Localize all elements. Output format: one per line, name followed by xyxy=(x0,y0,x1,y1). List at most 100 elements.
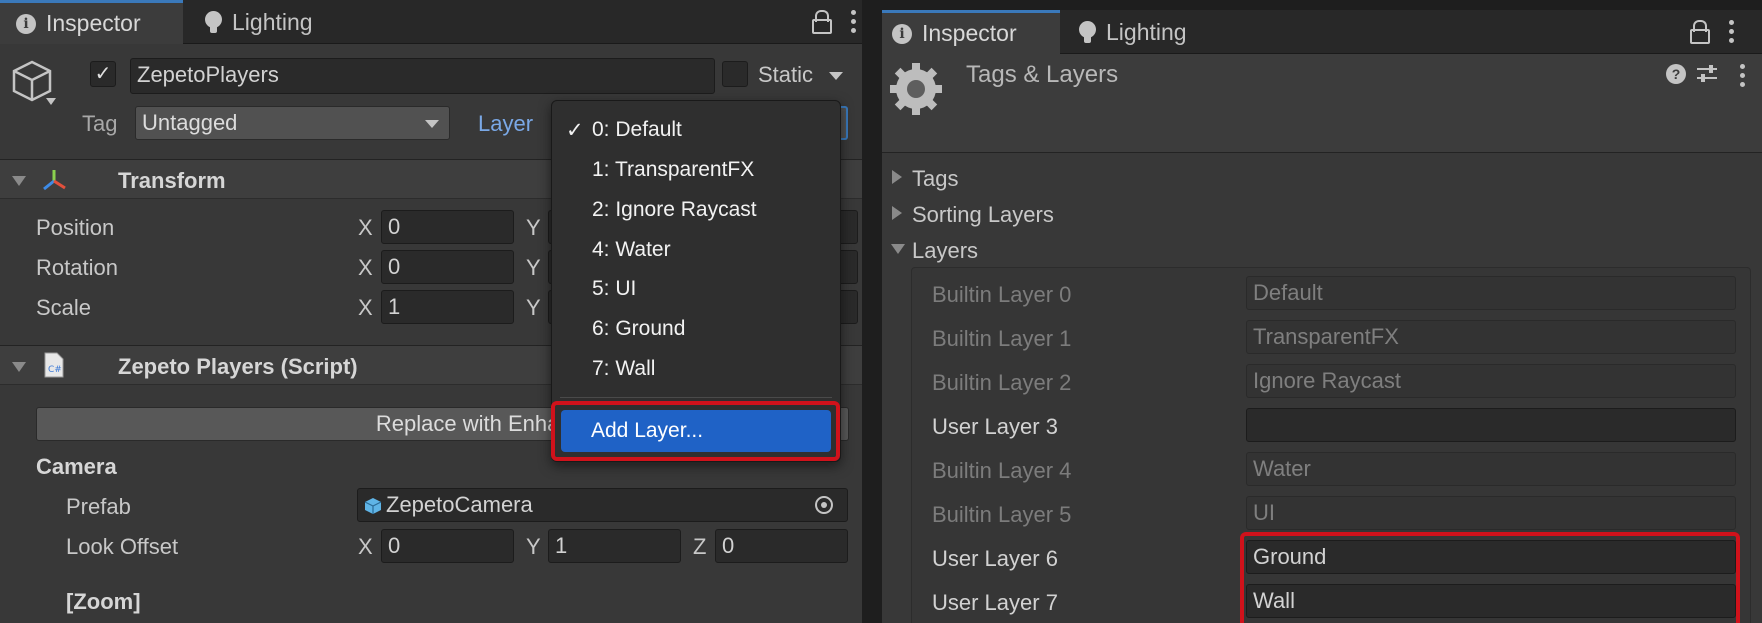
foldout-arrow-icon xyxy=(12,362,26,372)
scale-x-axis: X xyxy=(358,295,373,320)
menu-item-ui[interactable]: 5: UI xyxy=(592,277,636,301)
tab-lighting-label: Lighting xyxy=(232,8,313,35)
look-offset-x-axis: X xyxy=(358,534,373,559)
more-options-icon[interactable] xyxy=(850,10,856,33)
position-label: Position xyxy=(36,215,115,240)
prefab-label: Prefab xyxy=(66,494,131,519)
look-offset-y-axis: Y xyxy=(526,534,541,559)
layer-label-6: User Layer 6 xyxy=(932,546,1058,571)
transform-title: Transform xyxy=(118,168,226,193)
position-x-axis: X xyxy=(358,215,373,240)
rotation-y-axis: Y xyxy=(526,255,541,280)
position-x-field[interactable]: 0 xyxy=(381,210,514,244)
layer-label-7: User Layer 7 xyxy=(932,590,1058,615)
layers-foldout-icon[interactable] xyxy=(891,244,905,254)
checkmark-icon: ✓ xyxy=(566,119,584,142)
tag-dropdown[interactable]: Untagged xyxy=(135,106,450,140)
foldout-arrow-icon xyxy=(12,176,26,186)
position-y-axis: Y xyxy=(526,215,541,240)
gear-icon xyxy=(888,61,944,117)
layer-field-5: UI xyxy=(1246,496,1736,530)
tags-foldout-icon[interactable] xyxy=(892,170,902,184)
tags-foldout[interactable]: Tags xyxy=(912,166,958,192)
tab-lighting-label: Lighting xyxy=(1106,18,1187,45)
scale-y-axis: Y xyxy=(526,295,541,320)
look-offset-y-field[interactable]: 1 xyxy=(548,529,681,563)
menu-item-water[interactable]: 4: Water xyxy=(592,238,671,262)
layer-field-1: TransparentFX xyxy=(1246,320,1736,354)
static-checkbox[interactable] xyxy=(722,61,748,87)
right-inspector-panel: i Inspector Lighting Tags & Layers ? Tag… xyxy=(882,10,1762,623)
tab-inspector[interactable]: i Inspector xyxy=(882,10,1060,54)
menu-item-ground[interactable]: 6: Ground xyxy=(592,317,685,341)
static-label[interactable]: Static xyxy=(758,62,813,88)
right-tab-bar: i Inspector Lighting xyxy=(882,10,1762,54)
rotation-z-field[interactable] xyxy=(838,250,858,284)
prefab-value: ZepetoCamera xyxy=(386,492,533,517)
left-tab-bar: i Inspector Lighting xyxy=(0,0,862,44)
presets-icon[interactable] xyxy=(1696,64,1718,84)
look-offset-label: Look Offset xyxy=(66,534,179,559)
layer-field-0: Default xyxy=(1246,276,1736,310)
look-offset-z-axis: Z xyxy=(693,534,707,559)
look-offset-z-field[interactable]: 0 xyxy=(715,529,848,563)
scale-z-field[interactable] xyxy=(838,290,858,324)
info-icon: i xyxy=(16,13,36,34)
rotation-label: Rotation xyxy=(36,255,118,280)
lightbulb-icon xyxy=(1079,20,1096,44)
tab-inspector-label: Inspector xyxy=(922,20,1017,46)
script-title: Zepeto Players (Script) xyxy=(118,354,358,379)
layer-label: Layer xyxy=(478,111,534,136)
sorting-layers-foldout-icon[interactable] xyxy=(892,206,902,220)
layer-label-5: Builtin Layer 5 xyxy=(932,502,1072,527)
tab-lighting[interactable]: Lighting xyxy=(205,0,355,44)
menu-item-transparentfx[interactable]: 1: TransparentFX xyxy=(592,158,754,182)
rotation-x-axis: X xyxy=(358,255,373,280)
tab-lighting[interactable]: Lighting xyxy=(1079,10,1229,54)
user-layers-highlight xyxy=(1240,532,1740,623)
camera-header: Camera xyxy=(36,454,117,479)
lock-icon[interactable] xyxy=(1690,20,1710,44)
help-icon[interactable]: ? xyxy=(1666,64,1686,84)
layer-label-3: User Layer 3 xyxy=(932,414,1058,439)
scale-x-field[interactable]: 1 xyxy=(381,290,514,324)
csharp-script-icon: C# xyxy=(44,352,64,378)
add-layer-highlight xyxy=(551,401,840,461)
layer-label-2: Builtin Layer 2 xyxy=(932,370,1072,395)
active-checkbox[interactable]: ✓ xyxy=(90,61,116,87)
svg-text:C#: C# xyxy=(48,365,62,375)
tag-label: Tag xyxy=(82,111,118,136)
sorting-layers-foldout[interactable]: Sorting Layers xyxy=(912,202,1054,228)
layer-label-1: Builtin Layer 1 xyxy=(932,326,1072,351)
tag-dropdown-value: Untagged xyxy=(142,110,238,135)
prefab-cube-icon xyxy=(364,492,382,514)
menu-item-ignore-raycast[interactable]: 2: Ignore Raycast xyxy=(592,198,757,222)
object-name-field[interactable]: ZepetoPlayers xyxy=(130,58,715,94)
prefab-object-field[interactable]: ZepetoCamera xyxy=(357,488,848,522)
look-offset-x-field[interactable]: 0 xyxy=(381,529,514,563)
layer-label-4: Builtin Layer 4 xyxy=(932,458,1072,483)
layer-field-4: Water xyxy=(1246,452,1736,486)
layers-foldout[interactable]: Layers xyxy=(912,238,978,264)
menu-item-default[interactable]: 0: Default xyxy=(592,118,682,142)
gameobject-icon[interactable] xyxy=(12,58,56,108)
object-picker-icon[interactable] xyxy=(815,496,833,514)
left-inspector-panel: i Inspector Lighting ✓ ZepetoPlayers Sta… xyxy=(0,0,862,623)
layer-field-2: Ignore Raycast xyxy=(1246,364,1736,398)
component-menu-icon[interactable] xyxy=(1739,64,1745,87)
lock-icon[interactable] xyxy=(812,10,832,34)
position-z-field[interactable] xyxy=(838,210,858,244)
layer-label-0: Builtin Layer 0 xyxy=(932,282,1072,307)
rotation-x-field[interactable]: 0 xyxy=(381,250,514,284)
tab-inspector[interactable]: i Inspector xyxy=(0,0,183,44)
static-dropdown-arrow[interactable] xyxy=(829,72,843,80)
lightbulb-icon xyxy=(205,10,222,34)
tab-inspector-label: Inspector xyxy=(46,10,141,36)
menu-item-wall[interactable]: 7: Wall xyxy=(592,357,655,381)
layer-field-3[interactable] xyxy=(1246,408,1736,442)
menu-divider xyxy=(560,397,832,398)
more-options-icon[interactable] xyxy=(1728,20,1734,43)
transform-icon xyxy=(40,168,68,192)
chevron-down-icon xyxy=(425,120,439,128)
info-icon: i xyxy=(892,23,912,44)
